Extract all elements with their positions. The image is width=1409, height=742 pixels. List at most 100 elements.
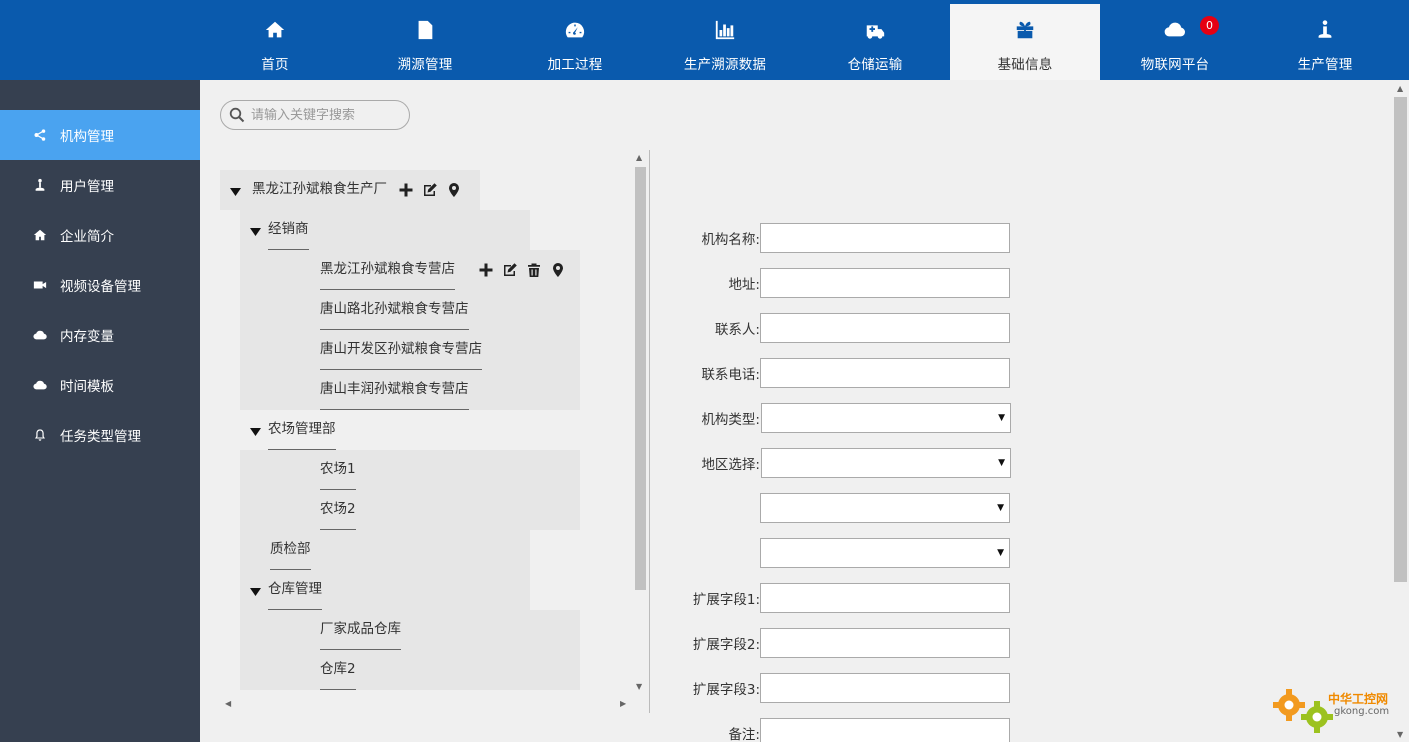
tree-scroll-thumb[interactable] [635,167,646,590]
org-name-label: 机构名称: [701,232,760,248]
caret-down-icon[interactable] [250,425,261,436]
address-input[interactable] [761,269,1009,297]
ext3-field-box [760,673,1010,703]
contact-field-box [760,313,1010,343]
sidebar-item-label: 企业简介 [60,229,114,245]
form-row-region-district: ▼ [660,538,1020,568]
add-icon[interactable] [477,261,495,279]
add-icon[interactable] [397,181,415,199]
tree-node-leaf[interactable]: 厂家成品仓库 [240,610,580,650]
org-name-field-box [760,223,1010,253]
nav-item-iot-platform[interactable]: 物联网平台 [1100,0,1250,80]
notification-badge: 0 [1200,16,1219,35]
delete-icon[interactable] [525,261,543,279]
tree-horizontal-scrollbar[interactable] [220,695,632,711]
sidebar-item-company-profile[interactable]: 企业简介 [0,210,200,260]
cloud-icon [32,377,48,393]
location-pin-icon[interactable] [445,181,463,199]
tree-node-leaf[interactable]: 仓库2 [240,650,580,690]
sidebar-item-video-devices[interactable]: 视频设备管理 [0,260,200,310]
nav-item-home[interactable]: 首页 [200,0,350,80]
tree-node-leaf[interactable]: 农场2 [240,490,580,530]
tree-node-group[interactable]: 农场管理部 [240,410,530,450]
search-input[interactable] [251,107,401,123]
region-province-select[interactable]: ▼ [761,448,1011,478]
phone-input[interactable] [761,359,1009,387]
scroll-up-arrow-icon[interactable]: ▲ [1397,84,1403,93]
top-nav: 首页 溯源管理 加工过程 生产溯源数据 仓储运输 基础信息 物联网平台 生产管理 [200,0,1409,80]
tree-node-group[interactable]: 仓库管理 [240,570,530,610]
nav-item-label: 加工过程 [547,57,603,73]
scroll-right-arrow-icon[interactable]: ▶ [620,699,626,708]
joystick-icon [32,177,48,193]
ext1-input[interactable] [761,584,1009,612]
tree-node-root[interactable]: 黑龙江孙斌粮食生产厂 [220,170,480,210]
region-label: 地区选择: [701,457,760,473]
phone-label: 联系电话: [701,367,760,383]
scroll-down-arrow-icon[interactable]: ▼ [636,682,642,691]
nav-item-storage-transport[interactable]: 仓储运输 [800,0,950,80]
location-pin-icon[interactable] [549,261,567,279]
ext2-input[interactable] [761,629,1009,657]
contact-label: 联系人: [714,322,760,338]
tree-node-leaf[interactable]: 唐山丰润孙斌粮食专营店 [240,370,580,410]
nav-item-production-mgmt[interactable]: 生产管理 [1250,0,1400,80]
phone-field-box [760,358,1010,388]
tree-node-group[interactable]: 经销商 [240,210,530,250]
bar-chart-icon [713,18,737,42]
form-row-region: 地区选择: ▼ [660,448,1020,478]
form-row-ext2: 扩展字段2: [660,628,1020,658]
form-row-remark: 备注: [660,718,1020,742]
nav-item-label: 生产溯源数据 [683,57,767,73]
watermark-title: 中华工控网 [1328,692,1389,706]
dashboard-icon [563,18,587,42]
org-type-label: 机构类型: [701,412,760,428]
dropdown-arrow-icon: ▼ [997,548,1004,558]
ext3-input[interactable] [761,674,1009,702]
page-scroll-thumb[interactable] [1394,97,1407,582]
caret-down-icon[interactable] [250,225,261,236]
nav-item-basic-info[interactable]: 基础信息 [950,4,1100,80]
scroll-left-arrow-icon[interactable]: ◀ [225,699,231,708]
nav-item-production-data[interactable]: 生产溯源数据 [650,0,800,80]
watermark-url: gkong.com [1334,706,1390,717]
tree-node-group[interactable]: 质检部 [240,530,530,570]
scroll-up-arrow-icon[interactable]: ▲ [636,153,642,162]
sidebar-item-task-types[interactable]: 任务类型管理 [0,410,200,460]
home-icon [263,18,287,42]
tree-node-leaf[interactable]: 黑龙江孙斌粮食专营店 [240,250,580,290]
edit-icon[interactable] [421,181,439,199]
region-district-select[interactable]: ▼ [760,538,1010,568]
sidebar-item-label: 视频设备管理 [60,279,141,295]
sidebar-item-time-template[interactable]: 时间模板 [0,360,200,410]
sidebar-item-label: 用户管理 [60,179,114,195]
org-type-select[interactable]: ▼ [761,403,1011,433]
nav-item-traceability[interactable]: 溯源管理 [350,0,500,80]
remark-label: 备注: [728,727,760,742]
ext2-field-box [760,628,1010,658]
sidebar-item-org-management[interactable]: 机构管理 [0,110,200,160]
form-row-phone: 联系电话: [660,358,1020,388]
watermark-logo: 中华工控网 gkong.com [1272,684,1404,736]
nav-item-processing[interactable]: 加工过程 [500,0,650,80]
tree-node-label: 农场2 [320,490,356,530]
nav-item-label: 物联网平台 [1140,57,1210,73]
form-row-ext1: 扩展字段1: [660,583,1020,613]
tree-node-leaf[interactable]: 农场1 [240,450,580,490]
sidebar-item-user-management[interactable]: 用户管理 [0,160,200,210]
address-label: 地址: [728,277,760,293]
edit-icon[interactable] [501,261,519,279]
region-city-select[interactable]: ▼ [760,493,1010,523]
sidebar: 机构管理 用户管理 企业简介 视频设备管理 内存变量 时间模板 任务类型管理 [0,80,200,742]
tree-node-leaf[interactable]: 唐山路北孙斌粮食专营店 [240,290,580,330]
contact-input[interactable] [761,314,1009,342]
user-pin-icon [1313,18,1337,42]
sidebar-item-memory-variables[interactable]: 内存变量 [0,310,200,360]
org-name-input[interactable] [761,224,1009,252]
tree-node-leaf[interactable]: 唐山开发区孙斌粮食专营店 [240,330,580,370]
remark-input[interactable] [761,719,1009,742]
caret-down-icon[interactable] [250,585,261,596]
search-icon [229,107,245,123]
document-icon [413,18,437,42]
caret-down-icon[interactable] [230,185,241,196]
